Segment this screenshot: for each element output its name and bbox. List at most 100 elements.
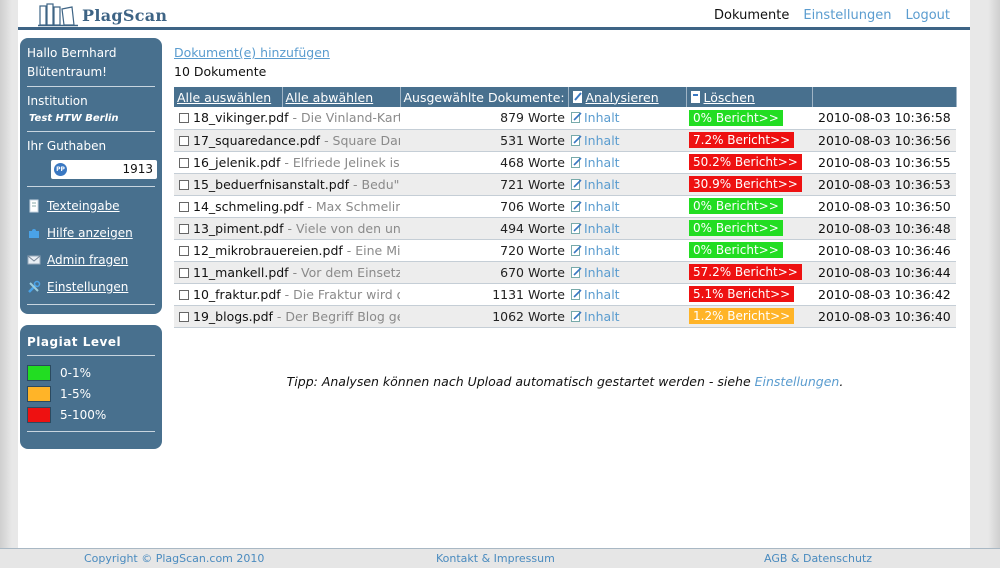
sidebar-link-einstellungen[interactable]: Einstellungen <box>27 273 155 300</box>
content-cell: Inhalt <box>568 129 686 151</box>
content-link[interactable]: Inhalt <box>571 309 620 324</box>
content-label: Inhalt <box>584 242 620 258</box>
report-badge[interactable]: 0% Bericht>> <box>689 220 783 237</box>
nav-einstellungen[interactable]: Einstellungen <box>803 8 891 23</box>
sidebar-link-hilfe[interactable]: Hilfe anzeigen <box>27 219 155 246</box>
row-checkbox[interactable] <box>179 135 189 146</box>
footer-copyright[interactable]: Copyright © PlagScan.com 2010 <box>84 552 264 565</box>
content-link[interactable]: Inhalt <box>571 221 620 236</box>
word-count: 468 Worte <box>500 154 565 170</box>
report-badge[interactable]: 0% Bericht>> <box>689 198 783 215</box>
nav-logout[interactable]: Logout <box>905 8 950 23</box>
file-cell: 14_schmeling.pdf - Max Schmeling war ein… <box>174 195 400 217</box>
tip-settings-link[interactable]: Einstellungen <box>755 374 840 389</box>
document-count: 10 Dokumente <box>174 64 267 79</box>
edit-document-icon <box>571 310 582 322</box>
content-cell: Inhalt <box>568 305 686 327</box>
legend-item: 5-100% <box>27 404 155 425</box>
content-link[interactable]: Inhalt <box>571 243 620 258</box>
report-badge[interactable]: 5.1% Bericht>> <box>689 286 795 303</box>
file-name[interactable]: 13_piment.pdf <box>193 221 284 236</box>
row-checkbox[interactable] <box>179 311 189 322</box>
row-checkbox[interactable] <box>179 223 189 234</box>
report-badge[interactable]: 0% Bericht>> <box>689 242 783 259</box>
row-checkbox[interactable] <box>179 245 189 256</box>
divider <box>27 355 155 356</box>
table-row: 11_mankell.pdf - Vor dem Einsetzen des F… <box>174 261 956 283</box>
content-link[interactable]: Inhalt <box>571 133 620 148</box>
content-link[interactable]: Inhalt <box>571 110 620 125</box>
row-checkbox[interactable] <box>179 267 189 278</box>
content-cell: Inhalt <box>568 195 686 217</box>
logo[interactable]: PlagScan <box>38 2 167 28</box>
content-label: Inhalt <box>584 308 620 324</box>
row-checkbox[interactable] <box>179 201 189 212</box>
report-badge[interactable]: 7.2% Bericht>> <box>689 132 795 149</box>
content-link[interactable]: Inhalt <box>571 199 620 214</box>
file-name[interactable]: 14_schmeling.pdf <box>193 199 303 214</box>
file-name[interactable]: 18_vikinger.pdf <box>193 110 289 125</box>
footer-contact-link[interactable]: Kontakt & Impressum <box>436 552 555 565</box>
report-badge[interactable]: 30.9% Bericht>> <box>689 176 802 193</box>
table-row: 10_fraktur.pdf - Die Fraktur wird oft al… <box>174 283 956 305</box>
file-name[interactable]: 15_beduerfnisanstalt.pdf <box>193 177 349 192</box>
analyze-link[interactable]: Analysieren <box>586 90 659 105</box>
content-label: Inhalt <box>584 154 620 170</box>
legend-item: 1-5% <box>27 383 155 404</box>
row-checkbox[interactable] <box>179 113 189 124</box>
report-cell: 1.2% Bericht>> <box>686 305 812 327</box>
main-content: Dokument(e) hinzufügen 10 Dokumente Alle… <box>174 44 957 389</box>
sidebar-link-admin[interactable]: Admin fragen <box>27 246 155 273</box>
file-name[interactable]: 10_fraktur.pdf <box>193 287 281 302</box>
sidebar-link-label: Texteingabe <box>47 198 120 213</box>
greeting-line2: Blütentraum! <box>27 65 107 79</box>
deselect-all-link[interactable]: Alle abwählen <box>286 90 374 105</box>
footer-terms-link[interactable]: AGB & Datenschutz <box>764 552 872 565</box>
report-badge[interactable]: 57.2% Bericht>> <box>689 264 802 281</box>
divider <box>27 431 155 432</box>
nav-dokumente[interactable]: Dokumente <box>714 8 789 23</box>
sidebar-link-texteingabe[interactable]: Texteingabe <box>27 192 155 219</box>
add-documents-link[interactable]: Dokument(e) hinzufügen <box>174 44 956 61</box>
legend-swatch-green <box>27 364 51 381</box>
sidebar: Hallo Bernhard Blütentraum! Institution … <box>20 38 162 449</box>
tip-end: . <box>839 374 844 389</box>
divider <box>27 86 155 87</box>
th-date <box>812 87 957 107</box>
content-link[interactable]: Inhalt <box>571 177 620 192</box>
content-link[interactable]: Inhalt <box>571 155 620 170</box>
report-badge[interactable]: 1.2% Bericht>> <box>689 308 795 325</box>
delete-icon <box>690 90 702 104</box>
select-all-link[interactable]: Alle auswählen <box>177 90 271 105</box>
row-checkbox[interactable] <box>179 157 189 168</box>
file-name[interactable]: 16_jelenik.pdf <box>193 155 280 170</box>
institution-name: Test HTW Berlin <box>29 113 119 124</box>
divider <box>27 131 155 132</box>
delete-link[interactable]: Löschen <box>704 90 755 105</box>
report-badge[interactable]: 0% Bericht>> <box>689 110 783 126</box>
tools-icon <box>27 280 41 294</box>
word-count: 1062 Worte <box>492 308 565 324</box>
legend-title: Plagiat Level <box>27 335 122 349</box>
row-checkbox[interactable] <box>179 179 189 190</box>
word-count: 531 Worte <box>500 132 565 148</box>
row-checkbox[interactable] <box>179 289 189 300</box>
mail-icon <box>27 253 41 267</box>
edit-document-icon <box>571 222 582 234</box>
content-link[interactable]: Inhalt <box>571 287 620 302</box>
content-label: Inhalt <box>584 198 620 214</box>
file-name[interactable]: 17_squaredance.pdf <box>193 133 320 148</box>
word-count: 494 Worte <box>500 220 565 236</box>
file-name[interactable]: 11_mankell.pdf <box>193 265 289 280</box>
report-cell: 0% Bericht>> <box>686 107 812 129</box>
table-row: 17_squaredance.pdf - Square Dance Ein Sq… <box>174 129 956 151</box>
content-link[interactable]: Inhalt <box>571 265 620 280</box>
table-row: 15_beduerfnisanstalt.pdf - Bedu"rfnisans… <box>174 173 956 195</box>
file-name[interactable]: 12_mikrobrauereien.pdf <box>193 243 343 258</box>
file-name[interactable]: 19_blogs.pdf <box>193 309 273 324</box>
content-cell: Inhalt <box>568 261 686 283</box>
page: PlagScan Dokumente Einstellungen Logout … <box>18 0 970 548</box>
file-cell: 13_piment.pdf - Viele von den uns heute … <box>174 217 400 239</box>
report-badge[interactable]: 50.2% Bericht>> <box>689 154 802 171</box>
edit-document-icon <box>571 111 582 124</box>
